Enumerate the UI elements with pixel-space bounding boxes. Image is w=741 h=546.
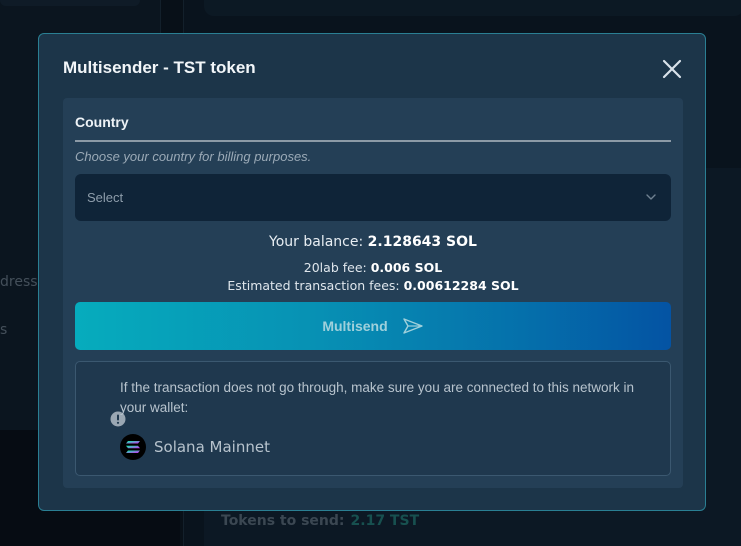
country-label: Country bbox=[75, 114, 129, 130]
multisend-button[interactable]: Multisend bbox=[75, 302, 671, 350]
close-icon bbox=[662, 59, 682, 79]
network-row: Solana Mainnet bbox=[120, 434, 270, 460]
country-select-value: Select bbox=[87, 190, 124, 205]
transaction-fee-value: 0.00612284 SOL bbox=[403, 278, 519, 293]
solana-logo-icon bbox=[120, 434, 146, 460]
service-fee-label: 20lab fee: bbox=[303, 260, 367, 275]
country-underline bbox=[75, 140, 671, 142]
send-icon bbox=[402, 318, 423, 334]
transaction-fee-line: Estimated transaction fees: 0.00612284 S… bbox=[63, 278, 683, 293]
network-name: Solana Mainnet bbox=[154, 438, 270, 456]
multisender-modal: Multisender - TST token Country Choose y… bbox=[38, 33, 706, 511]
service-fee-line: 20lab fee: 0.006 SOL bbox=[63, 260, 683, 275]
transaction-fee-label: Estimated transaction fees: bbox=[227, 278, 400, 293]
balance-label: Your balance: bbox=[269, 234, 364, 250]
balance-line: Your balance: 2.128643 SOL bbox=[63, 234, 683, 250]
chevron-down-icon bbox=[646, 194, 656, 200]
country-select[interactable]: Select bbox=[75, 174, 671, 221]
service-fee-value: 0.006 SOL bbox=[370, 260, 443, 275]
balance-value: 2.128643 SOL bbox=[367, 234, 477, 250]
close-button[interactable] bbox=[661, 58, 683, 80]
country-hint: Choose your country for billing purposes… bbox=[75, 149, 312, 164]
notice-text: If the transaction does not go through, … bbox=[120, 380, 635, 415]
modal-title: Multisender - TST token bbox=[63, 58, 256, 77]
multisend-button-label: Multisend bbox=[322, 318, 388, 334]
network-notice: If the transaction does not go through, … bbox=[75, 361, 671, 476]
modal-card: Country Choose your country for billing … bbox=[63, 98, 683, 488]
